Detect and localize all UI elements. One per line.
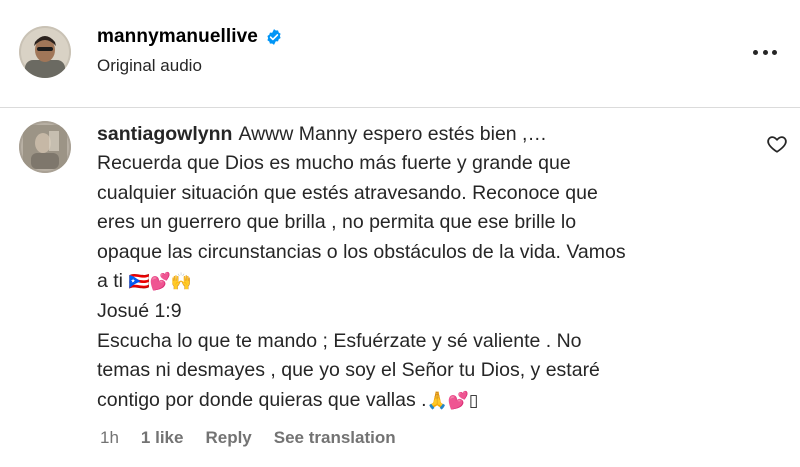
verified-badge-icon <box>265 28 283 46</box>
more-dot <box>753 49 758 55</box>
comment-text-line: contigo por donde quieras que vallas . <box>97 388 427 411</box>
more-dot <box>762 49 768 55</box>
comment-text-line: Recuerda que Dios es mucho más fuerte y … <box>97 152 571 175</box>
commenter-avatar[interactable] <box>19 121 71 173</box>
see-translation-button[interactable]: See translation <box>274 428 396 448</box>
comment-text-line: opaque las circunstancias o los obstácul… <box>97 240 626 263</box>
comment-meta: 1h 1 like Reply See translation <box>100 428 396 448</box>
comment-text-line: Awww Manny espero estés bien ,… <box>238 123 547 145</box>
post-header: mannymanuellive Original audio <box>0 0 800 108</box>
heart-outline-icon[interactable] <box>766 133 788 155</box>
author-username[interactable]: mannymanuellive <box>97 26 258 48</box>
comment-line-10: contigo por donde quieras que vallas .🙏💕… <box>97 386 757 416</box>
comment-text-line: a ti <box>97 270 124 293</box>
comment-text-line: temas ni desmayes , que yo soy el Señor … <box>97 359 600 382</box>
comment-timestamp: 1h <box>100 428 119 447</box>
comment-text-line: Escucha lo que te mando ; Esfuérzate y s… <box>97 329 582 352</box>
reply-button[interactable]: Reply <box>205 428 251 448</box>
author-name-row: mannymanuellive <box>97 24 283 50</box>
emoji-pray-hearts: 🙏💕▯ <box>426 390 479 411</box>
author-avatar[interactable] <box>19 26 71 78</box>
emoji-flag-hearts-hands: 🇵🇷💕🙌 <box>128 272 192 293</box>
comment-line-6: a ti 🇵🇷💕🙌 <box>97 267 757 297</box>
comment-text-line: Josué 1:9 <box>97 300 182 323</box>
comment-line-1: santiagowlynn Awww Manny espero estés bie… <box>97 120 757 149</box>
commenter-username[interactable]: santiagowlynn <box>97 123 232 145</box>
more-dot <box>772 49 777 55</box>
more-options-icon[interactable] <box>750 42 780 62</box>
audio-subtitle[interactable]: Original audio <box>97 56 202 76</box>
comment-text-line: eres un guerrero que brilla , no permita… <box>97 211 577 234</box>
comment-text-line: cualquier situación que estés atravesand… <box>97 181 598 204</box>
likes-count-button[interactable]: 1 like <box>141 428 184 448</box>
comment-text: santiagowlynn Awww Manny espero estés bie… <box>97 120 757 416</box>
